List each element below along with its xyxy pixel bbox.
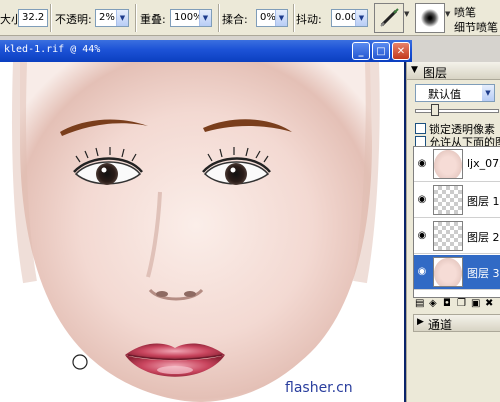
overlay-field[interactable]: 100% ▼ [170, 9, 212, 27]
triangle-right-icon[interactable]: ▶ [417, 317, 424, 327]
layer-thumbnail [433, 221, 463, 251]
layer-command-bar: ▤ ◈ ◘ ❐ ▣ ✖ [413, 298, 500, 312]
delete-layer-icon[interactable]: ✖ [485, 298, 493, 309]
toolbar-separator [218, 4, 220, 32]
document-titlebar[interactable]: kled-1.rif @ 44% _ □ ✕ [0, 40, 412, 62]
jitter-field[interactable]: 0.00 ▼ [331, 9, 368, 27]
triangle-down-icon[interactable]: ▼ [411, 65, 418, 75]
eye-icon[interactable]: ◉ [416, 266, 428, 278]
toolbar-separator [135, 4, 137, 32]
composite-method-value: 默认值 [428, 88, 461, 101]
chevron-down-icon[interactable]: ▼ [482, 85, 494, 101]
airbrush-icon[interactable] [374, 3, 404, 33]
opacity-value: 2% [99, 12, 115, 23]
maximize-button[interactable]: □ [372, 42, 390, 60]
eye-icon[interactable]: ◉ [416, 230, 428, 242]
eye-icon[interactable]: ◉ [416, 194, 428, 206]
channels-panel-title: 通道 [428, 318, 453, 332]
brush-variant: 细节喷笔 [454, 21, 498, 34]
layer-row[interactable]: ◉ ljx_072... [414, 147, 500, 182]
face-painting[interactable] [0, 62, 404, 402]
chevron-down-icon[interactable]: ▼ [116, 10, 128, 26]
painter-app: 大小 32.2 不透明: 2% ▼ 重叠: 100% ▼ 揉合: 0% ▼ 抖动… [0, 0, 500, 402]
opacity-label: 不透明: [55, 13, 92, 26]
dynamic-plugins-icon[interactable]: ◈ [429, 298, 437, 309]
toolbar-separator [293, 4, 295, 32]
minimize-button[interactable]: _ [352, 42, 370, 60]
composite-method-select[interactable]: 默认值 ▼ [415, 84, 495, 102]
toolbar-separator [50, 4, 52, 32]
new-layer-icon[interactable]: ▣ [471, 298, 480, 309]
layer-thumbnail [433, 149, 463, 179]
opacity-field[interactable]: 2% ▼ [95, 9, 129, 27]
brush-tip-icon[interactable] [415, 3, 445, 33]
layer-mask-icon[interactable]: ◘ [443, 298, 451, 309]
layer-name: ljx_072... [467, 157, 500, 170]
brush-category: 喷笔 [454, 6, 476, 19]
layers-panel-header[interactable]: ▼ 图层 [407, 62, 500, 80]
layers-panel-title: 图层 [423, 66, 448, 80]
canvas-area[interactable]: flasher.cn [0, 62, 404, 402]
jitter-value: 0.00 [335, 12, 355, 23]
document-window: kled-1.rif @ 44% _ □ ✕ flasher.cn [0, 40, 412, 402]
blend-field[interactable]: 0% ▼ [256, 9, 288, 27]
group-layers-icon[interactable]: ❐ [457, 298, 466, 309]
size-value: 32.2 [22, 12, 45, 23]
jitter-label: 抖动: [296, 13, 322, 26]
layer-list: ◉ ljx_072... ◉ 图层 1 ◉ 图层 2 ◉ 图层 3 [413, 146, 500, 298]
channels-panel-header[interactable]: ▶ 通道 [413, 314, 500, 332]
watermark: flasher.cn [285, 380, 353, 396]
document-title: kled-1.rif @ 44% [4, 44, 101, 55]
blend-label: 揉合: [222, 13, 248, 26]
chevron-down-icon[interactable]: ▼ [404, 10, 409, 18]
size-field[interactable]: 32.2 [18, 9, 48, 27]
layer-name: 图层 3 [467, 267, 500, 280]
chevron-down-icon[interactable]: ▼ [445, 10, 450, 18]
chevron-down-icon[interactable]: ▼ [355, 10, 367, 26]
layer-name: 图层 2 [467, 231, 500, 244]
lock-transparency-checkbox[interactable] [415, 123, 426, 134]
blend-value: 0% [260, 12, 275, 23]
chevron-down-icon[interactable]: ▼ [275, 10, 287, 26]
eye-icon[interactable]: ◉ [416, 158, 428, 170]
layer-commands-icon[interactable]: ▤ [415, 298, 424, 309]
chevron-down-icon[interactable]: ▼ [199, 10, 211, 26]
overlay-value: 100% [174, 12, 199, 23]
property-bar: 大小 32.2 不透明: 2% ▼ 重叠: 100% ▼ 揉合: 0% ▼ 抖动… [0, 0, 500, 36]
layers-panel: ▼ 图层 默认值 ▼ 锁定透明像素 允许从下面的图层 ◉ ljx_072... … [406, 62, 500, 402]
layer-thumbnail [433, 185, 463, 215]
close-button[interactable]: ✕ [392, 42, 410, 60]
layer-name: 图层 1 [467, 195, 500, 208]
overlay-label: 重叠: [140, 13, 166, 26]
layer-row-selected[interactable]: ◉ 图层 3 [414, 255, 500, 290]
layer-opacity-slider[interactable] [415, 109, 499, 113]
layer-row[interactable]: ◉ 图层 1 [414, 183, 500, 218]
layer-thumbnail [433, 257, 463, 287]
layer-row[interactable]: ◉ 图层 2 [414, 219, 500, 254]
slider-thumb[interactable] [431, 104, 439, 116]
